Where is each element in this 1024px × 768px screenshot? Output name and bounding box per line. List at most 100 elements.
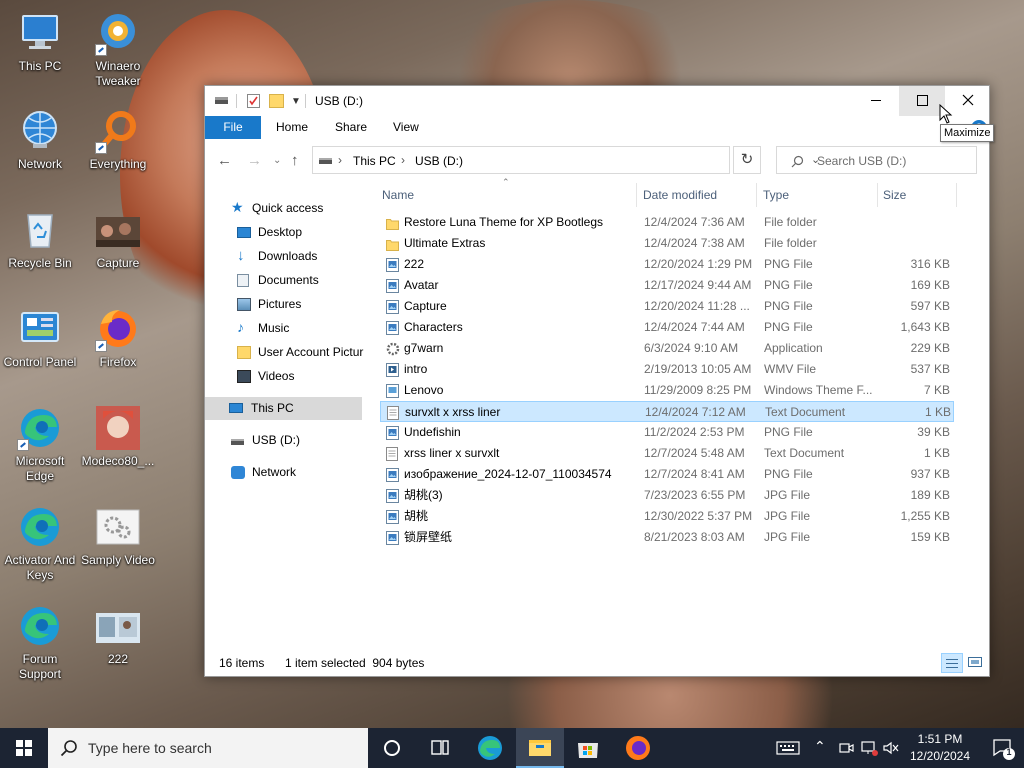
new-folder-icon[interactable] <box>269 94 284 108</box>
taskbar-search-box[interactable]: Type here to search <box>48 728 368 768</box>
refresh-button[interactable]: ↻ <box>733 146 761 174</box>
tab-view[interactable]: View <box>381 116 431 139</box>
desktop-icon-label: Everything <box>89 157 147 171</box>
properties-icon[interactable] <box>247 94 260 108</box>
desktop-icon-control-panel[interactable]: Control Panel <box>0 306 80 370</box>
column-divider[interactable] <box>956 183 957 207</box>
desktop-icon-recycle-bin[interactable]: Recycle Bin <box>0 207 80 271</box>
desktop-icon-this-pc[interactable]: This PC <box>0 10 80 74</box>
desktop-icon-222[interactable]: 222 <box>78 603 158 667</box>
file-type: WMV File <box>764 362 816 376</box>
tab-file[interactable]: File <box>205 116 261 139</box>
file-size: 7 KB <box>923 383 950 397</box>
desktop-icon-samply-video[interactable]: Samply Video <box>78 504 158 568</box>
file-row[interactable]: survxlt x xrss liner 12/4/2024 7:12 AM Tex… <box>380 401 954 422</box>
firefox-icon <box>626 736 650 760</box>
clock-time: 1:51 PM <box>917 732 963 746</box>
file-row[interactable]: Undefishin 11/2/2024 2:53 PM PNG File 39 KB <box>380 422 954 443</box>
desktop-icon-winaero-tweaker[interactable]: Winaero Tweaker <box>78 10 158 89</box>
file-row[interactable]: изображение_2024-12-07_110034574 12/7/202… <box>380 464 954 485</box>
recent-locations-chevron-icon[interactable]: ⌄ <box>273 155 281 167</box>
file-row[interactable]: Characters 12/4/2024 7:44 AM PNG File 1,643… <box>380 317 954 338</box>
desktop-icon-label: Control Panel <box>3 355 77 369</box>
task-view-button[interactable] <box>416 728 464 768</box>
nav-this-pc[interactable]: This PC <box>205 397 362 420</box>
file-row[interactable]: g7warn 6/3/2024 9:10 AM Application 229 KB <box>380 338 954 359</box>
desktop-icon-modeco80[interactable]: Modeco80_... <box>78 405 158 469</box>
search-box[interactable]: Search USB (D:) <box>776 146 977 174</box>
file-row[interactable]: Capture 12/20/2024 11:28 ... PNG File 597 K… <box>380 296 954 317</box>
minimize-button[interactable] <box>853 86 899 116</box>
forward-arrow-icon[interactable]: → <box>247 153 262 168</box>
column-divider[interactable] <box>877 183 878 207</box>
desktop-icon-microsoft-edge[interactable]: Microsoft Edge <box>0 405 80 484</box>
file-row[interactable]: 胡桃 12/30/2022 5:37 PM JPG File 1,255 KB <box>380 506 954 527</box>
nav-quick-access[interactable]: ★ Quick access <box>231 197 361 220</box>
column-header-type[interactable]: Type <box>763 183 789 207</box>
file-size: 159 KB <box>910 530 950 544</box>
column-divider[interactable] <box>756 183 757 207</box>
desktop-icon-forum-support[interactable]: Forum Support <box>0 603 80 682</box>
cortana-button[interactable] <box>368 728 416 768</box>
title-bar[interactable]: ▼ USB (D:) <box>205 86 989 116</box>
file-date-modified: 11/29/2009 8:25 PM <box>644 383 752 397</box>
breadcrumb-this-pc[interactable]: This PC <box>353 154 396 168</box>
file-type: Application <box>764 341 823 355</box>
nav-downloads[interactable]: ↓ Downloads 📌 <box>237 245 365 268</box>
file-row[interactable]: Ultimate Extras 12/4/2024 7:38 AM File fol… <box>380 233 954 254</box>
cortana-circle-icon <box>384 740 400 756</box>
nav-desktop[interactable]: Desktop 📌 <box>237 221 365 244</box>
nav-usb-drive[interactable]: USB (D:) <box>231 429 361 452</box>
up-arrow-icon[interactable]: ↑ <box>291 153 299 168</box>
desktop-icon-firefox[interactable]: Firefox <box>78 306 158 370</box>
nav-pictures[interactable]: Pictures 📌 <box>237 293 365 316</box>
file-row[interactable]: Lenovo 11/29/2009 8:25 PM Windows Theme F.… <box>380 380 954 401</box>
column-divider[interactable] <box>636 183 637 207</box>
tab-share[interactable]: Share <box>323 116 379 139</box>
taskbar-firefox[interactable] <box>614 728 662 768</box>
file-row[interactable]: Avatar 12/17/2024 9:44 AM PNG File 169 KB <box>380 275 954 296</box>
nav-network[interactable]: Network <box>231 461 361 484</box>
customize-quick-access-icon[interactable]: ▼ <box>291 96 301 107</box>
start-button[interactable] <box>0 728 48 768</box>
keyboard-touch-icon[interactable] <box>776 739 800 757</box>
action-center-button[interactable]: 1 <box>982 728 1024 768</box>
column-header-date-modified[interactable]: Date modified <box>643 183 717 207</box>
taskbar-edge[interactable] <box>466 728 514 768</box>
address-separator: › <box>338 153 342 167</box>
breadcrumb-usb-drive[interactable]: USB (D:) <box>415 154 463 168</box>
webcam-icon[interactable] <box>838 740 854 756</box>
file-type: PNG File <box>764 425 813 439</box>
file-row[interactable]: Restore Luna Theme for XP Bootlegs 12/4/2… <box>380 212 954 233</box>
system-clock[interactable]: 1:51 PM 12/20/2024 <box>898 731 982 765</box>
details-view-button[interactable] <box>941 653 963 673</box>
back-arrow-icon[interactable]: ← <box>217 153 232 168</box>
file-size: 316 KB <box>910 257 950 271</box>
file-name: Undefishin <box>404 425 461 439</box>
network-status-icon[interactable] <box>860 740 878 756</box>
file-date-modified: 2/19/2013 10:05 AM <box>644 362 752 376</box>
file-row[interactable]: xrss liner x survxlt 12/7/2024 5:48 AM Tex… <box>380 443 954 464</box>
desktop-icon-network[interactable]: Network <box>0 108 80 172</box>
taskbar-store[interactable] <box>564 728 612 768</box>
nav-documents[interactable]: Documents 📌 <box>237 269 365 292</box>
desktop-icon-everything[interactable]: Everything <box>78 108 158 172</box>
nav-videos[interactable]: Videos <box>237 365 365 388</box>
file-type: File folder <box>764 236 817 250</box>
address-bar[interactable]: › This PC › USB (D:) ⌄ <box>312 146 820 174</box>
desktop-icon-capture[interactable]: Capture <box>78 207 158 271</box>
desktop-icon-activator-and-keys[interactable]: Activator And Keys <box>0 504 80 583</box>
nav-music[interactable]: ♪ Music <box>237 317 365 340</box>
taskbar-file-explorer[interactable] <box>516 728 564 768</box>
column-header-name[interactable]: Name <box>382 183 414 207</box>
file-row[interactable]: 胡桃(3) 7/23/2023 6:55 PM JPG File 189 KB <box>380 485 954 506</box>
large-icons-view-button[interactable] <box>967 655 983 669</box>
file-row[interactable]: 222 12/20/2024 1:29 PM PNG File 316 KB <box>380 254 954 275</box>
desktop-icon-label: Activator And Keys <box>4 553 76 582</box>
nav-user-account-pictures[interactable]: User Account Pictur <box>237 341 365 364</box>
file-row[interactable]: 锁屏壁纸 8/21/2023 8:03 AM JPG File 159 KB <box>380 527 954 548</box>
column-header-size[interactable]: Size <box>883 183 906 207</box>
show-hidden-icons-chevron-icon[interactable]: ⌃ <box>814 738 826 755</box>
tab-home[interactable]: Home <box>264 116 320 139</box>
file-row[interactable]: intro 2/19/2013 10:05 AM WMV File 537 KB <box>380 359 954 380</box>
